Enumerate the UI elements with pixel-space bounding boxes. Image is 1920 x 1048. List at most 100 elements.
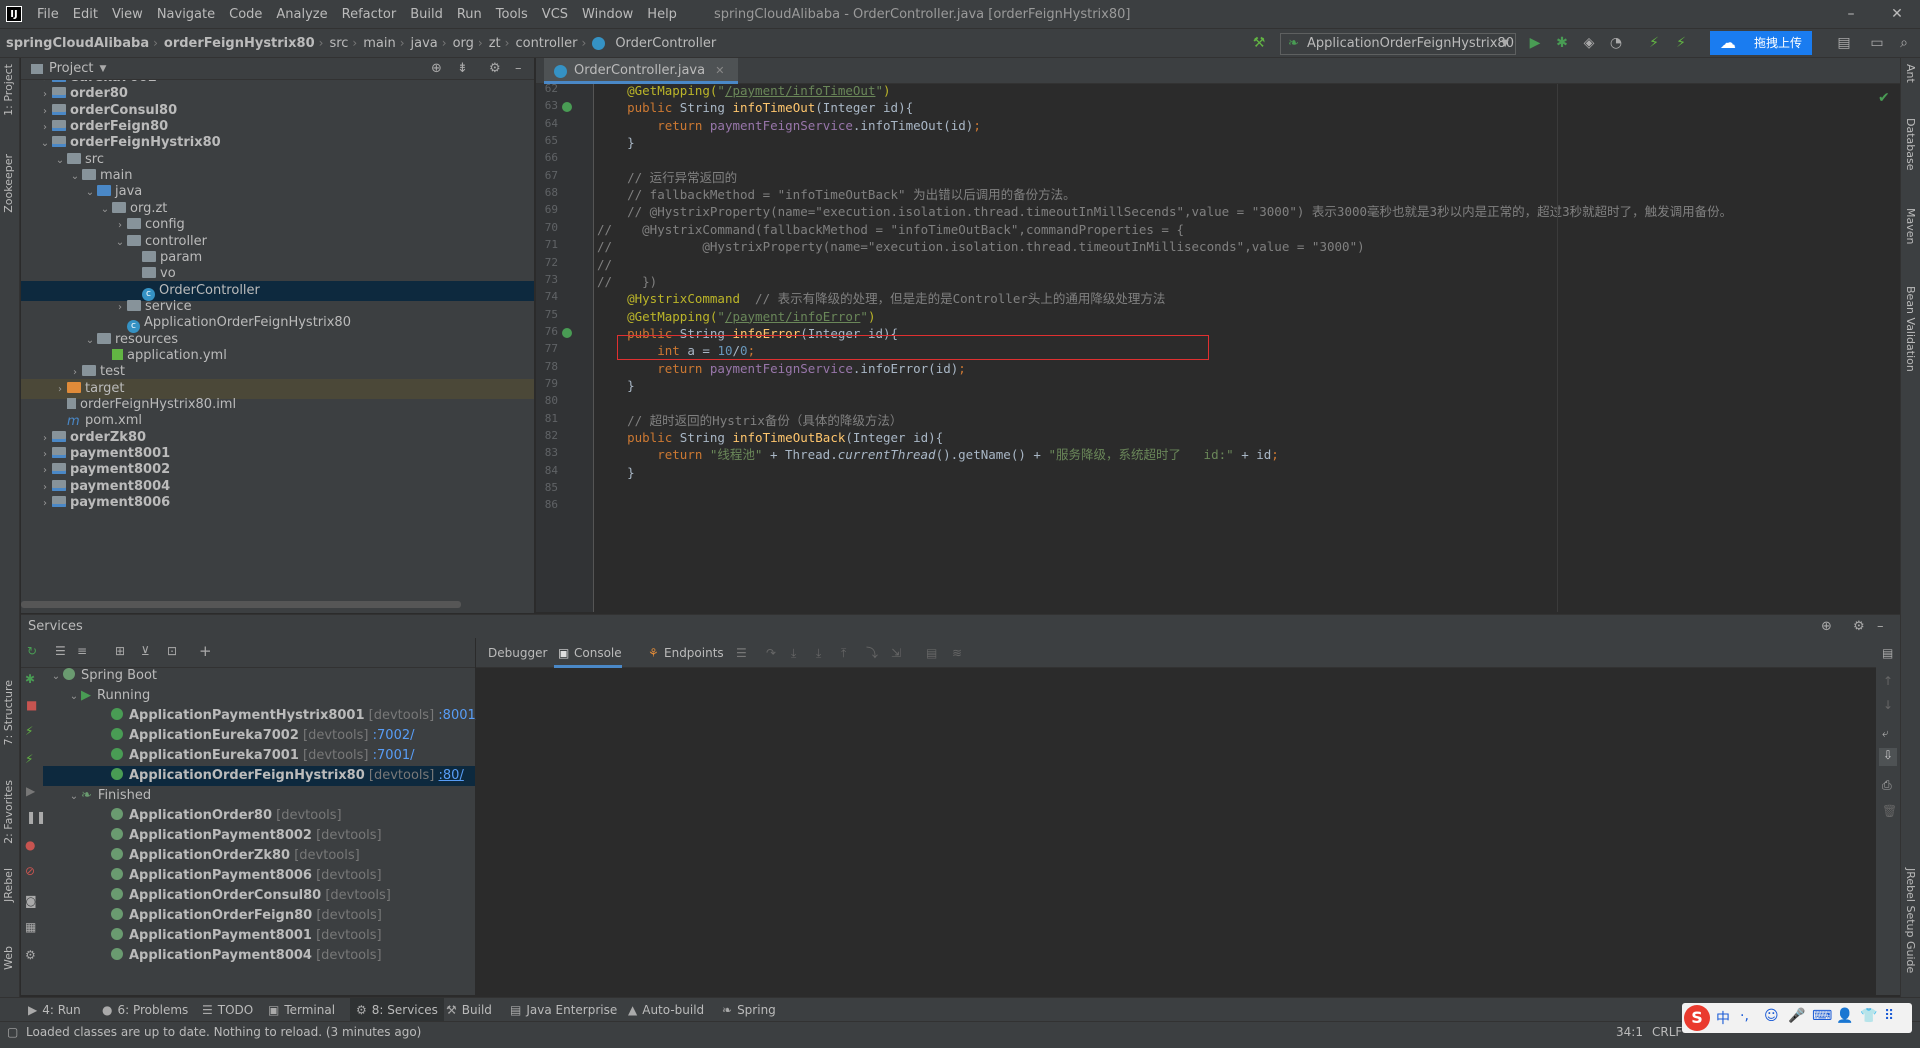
layout-icon[interactable]: ▭ <box>1868 34 1886 52</box>
service-row[interactable]: ApplicationOrderZk80 [devtools] <box>21 846 475 866</box>
service-port-link[interactable]: :8001/ <box>438 708 480 723</box>
horizontal-scrollbar[interactable] <box>21 601 461 608</box>
breadcrumb-item[interactable]: controller <box>509 36 581 51</box>
maven-tool-tab[interactable]: Maven <box>1904 208 1917 244</box>
menu-file[interactable]: File <box>30 7 66 22</box>
project-tool-tab[interactable]: 1: Project <box>2 64 15 116</box>
filter-icon[interactable]: ⊻ <box>141 644 150 658</box>
caret-position[interactable]: 34:1 <box>1616 1022 1643 1042</box>
force-step-into-icon[interactable]: ⤓ <box>816 638 821 668</box>
gear-icon[interactable]: ⚙ <box>489 61 501 76</box>
run-configuration-select[interactable]: ❧ ApplicationOrderFeignHystrix80 ▼ <box>1280 33 1516 55</box>
jrebel-debug-icon[interactable]: ⚡ <box>1672 34 1690 52</box>
breadcrumb-item[interactable]: java <box>405 36 442 51</box>
resume-icon[interactable]: ▶ <box>26 784 35 798</box>
breakpoints-icon[interactable]: ● <box>25 838 35 852</box>
sogou-logo-icon[interactable]: S <box>1684 1005 1710 1031</box>
service-row[interactable]: ApplicationPayment8001 [devtools] <box>21 926 475 946</box>
chevron-right-icon[interactable]: › <box>38 494 52 514</box>
jrebel-icon[interactable]: ⚡ <box>25 724 33 738</box>
camera-icon[interactable]: ◙ <box>25 894 37 908</box>
rerun-icon[interactable]: ↻ <box>27 644 37 658</box>
tab-console[interactable]: ▣ Console <box>554 638 622 668</box>
gear-icon[interactable]: ⚙ <box>25 948 36 962</box>
step-over-icon[interactable]: ↷ <box>766 638 776 668</box>
expand-all-icon[interactable]: ☰ <box>55 644 66 658</box>
close-button[interactable]: ✕ <box>1874 0 1920 28</box>
ime-action-icon[interactable]: ☺ <box>1764 1008 1779 1024</box>
tab-debugger[interactable]: Debugger <box>488 638 547 668</box>
soft-wrap-icon[interactable]: ⤶ <box>1882 726 1889 741</box>
scroll-to-end-icon[interactable]: ⇩ <box>1879 748 1897 766</box>
menu-tools[interactable]: Tools <box>489 7 535 22</box>
ime-action-icon[interactable]: 中 <box>1716 1008 1730 1028</box>
jrebel-setup-guide-tab[interactable]: JRebel Setup Guide <box>1904 868 1917 973</box>
pause-icon[interactable]: ❚❚ <box>26 810 46 824</box>
hide-icon[interactable]: – <box>515 61 522 76</box>
debug-icon[interactable]: ✱ <box>25 672 35 686</box>
spring-mapping-icon[interactable] <box>562 102 572 113</box>
collapse-all-icon[interactable]: ≡ <box>77 644 87 658</box>
service-row[interactable]: ApplicationEureka7002 [devtools] :7002/ <box>21 726 475 746</box>
chevron-down-icon[interactable]: ⌄ <box>67 787 81 807</box>
menu-refactor[interactable]: Refactor <box>335 7 404 22</box>
structure-tool-tab[interactable]: 7: Structure <box>2 680 15 745</box>
favorites-tool-tab[interactable]: 2: Favorites <box>2 780 15 844</box>
hide-icon[interactable]: – <box>1877 615 1884 639</box>
bean-validation-tool-tab[interactable]: Bean Validation <box>1904 286 1917 372</box>
locate-icon[interactable]: ⊕ <box>431 61 442 76</box>
tool-tab-java-enterprise[interactable]: ▤ Java Enterprise <box>510 998 617 1022</box>
group-by-icon[interactable]: ⊞ <box>115 644 125 658</box>
collapse-all-icon[interactable]: ⇟ <box>457 61 468 76</box>
trash-icon[interactable]: 🗑 <box>1882 804 1897 818</box>
tool-tab-spring[interactable]: ❧ Spring <box>722 998 776 1022</box>
menu-view[interactable]: View <box>105 7 150 22</box>
menu-build[interactable]: Build <box>403 7 450 22</box>
service-row[interactable]: ApplicationPayment8002 [devtools] <box>21 826 475 846</box>
run-to-cursor-icon[interactable]: ⇲ <box>891 638 901 668</box>
tool-tab-auto-build[interactable]: ▲ Auto-build <box>628 998 704 1022</box>
ime-action-icon[interactable]: ⌨ <box>1812 1008 1832 1024</box>
ant-tool-tab[interactable]: Ant <box>1904 64 1917 83</box>
minimize-button[interactable]: – <box>1828 0 1874 28</box>
layout-icon[interactable]: ▦ <box>25 920 36 934</box>
spring-mapping-icon[interactable] <box>562 327 572 338</box>
add-service-icon[interactable]: + <box>199 642 212 660</box>
layout-icon[interactable]: ▤ <box>1882 646 1893 660</box>
breadcrumb-item[interactable]: zt <box>483 36 505 51</box>
ime-action-icon[interactable]: 👕 <box>1860 1008 1877 1024</box>
menu-analyze[interactable]: Analyze <box>269 7 334 22</box>
trace-icon[interactable]: ≋ <box>952 638 962 668</box>
tool-tab-4-run[interactable]: ▶ 4: Run <box>28 998 81 1022</box>
tool-tab-terminal[interactable]: ▣ Terminal <box>268 998 335 1022</box>
chevron-down-icon[interactable]: ▼ <box>99 64 106 74</box>
profile-icon[interactable]: ◔ <box>1607 34 1625 52</box>
tool-tab-build[interactable]: ⚒ Build <box>446 998 492 1022</box>
run-icon[interactable]: ▶ <box>1526 34 1544 52</box>
service-row[interactable]: ⌄ ❧ Finished <box>21 786 475 806</box>
gear-icon[interactable]: ⚙ <box>1853 615 1865 639</box>
menu-code[interactable]: Code <box>222 7 269 22</box>
tab-endpoints[interactable]: ⚘ Endpoints <box>646 638 724 668</box>
service-row[interactable]: ApplicationPayment8004 [devtools] <box>21 946 475 966</box>
status-toggle-icon[interactable]: ▢ <box>7 1022 18 1042</box>
project-structure-icon[interactable]: ▤ <box>1835 34 1853 52</box>
breadcrumb-item[interactable]: main <box>357 36 399 51</box>
breadcrumb-item[interactable]: OrderController <box>609 36 720 51</box>
mute-breakpoints-icon[interactable]: ⊘ <box>25 864 35 878</box>
breadcrumb-item[interactable]: src <box>323 36 352 51</box>
chevron-down-icon[interactable]: ⌄ <box>67 687 81 707</box>
upload-button[interactable]: ☁ 拖拽上传 <box>1710 31 1812 55</box>
menu-icon[interactable]: ☰ <box>736 638 747 668</box>
coverage-icon[interactable]: ◈ <box>1580 34 1598 52</box>
tool-tab-8-services[interactable]: ⚙ 8: Services <box>350 998 444 1022</box>
breadcrumb-item[interactable]: org <box>447 36 478 51</box>
console-output[interactable] <box>476 668 1876 995</box>
service-row[interactable]: ⌄ ▶ Running <box>21 686 475 706</box>
tab-order-controller[interactable]: OrderController.java ✕ <box>544 58 739 84</box>
service-row[interactable]: ApplicationOrder80 [devtools] <box>21 806 475 826</box>
ime-action-icon[interactable]: ⠿ <box>1884 1008 1894 1024</box>
print-icon[interactable]: ⎙ <box>1882 778 1892 793</box>
service-row[interactable]: ApplicationOrderFeignHystrix80 [devtools… <box>21 766 475 786</box>
project-view-selector[interactable]: Project <box>49 61 93 76</box>
